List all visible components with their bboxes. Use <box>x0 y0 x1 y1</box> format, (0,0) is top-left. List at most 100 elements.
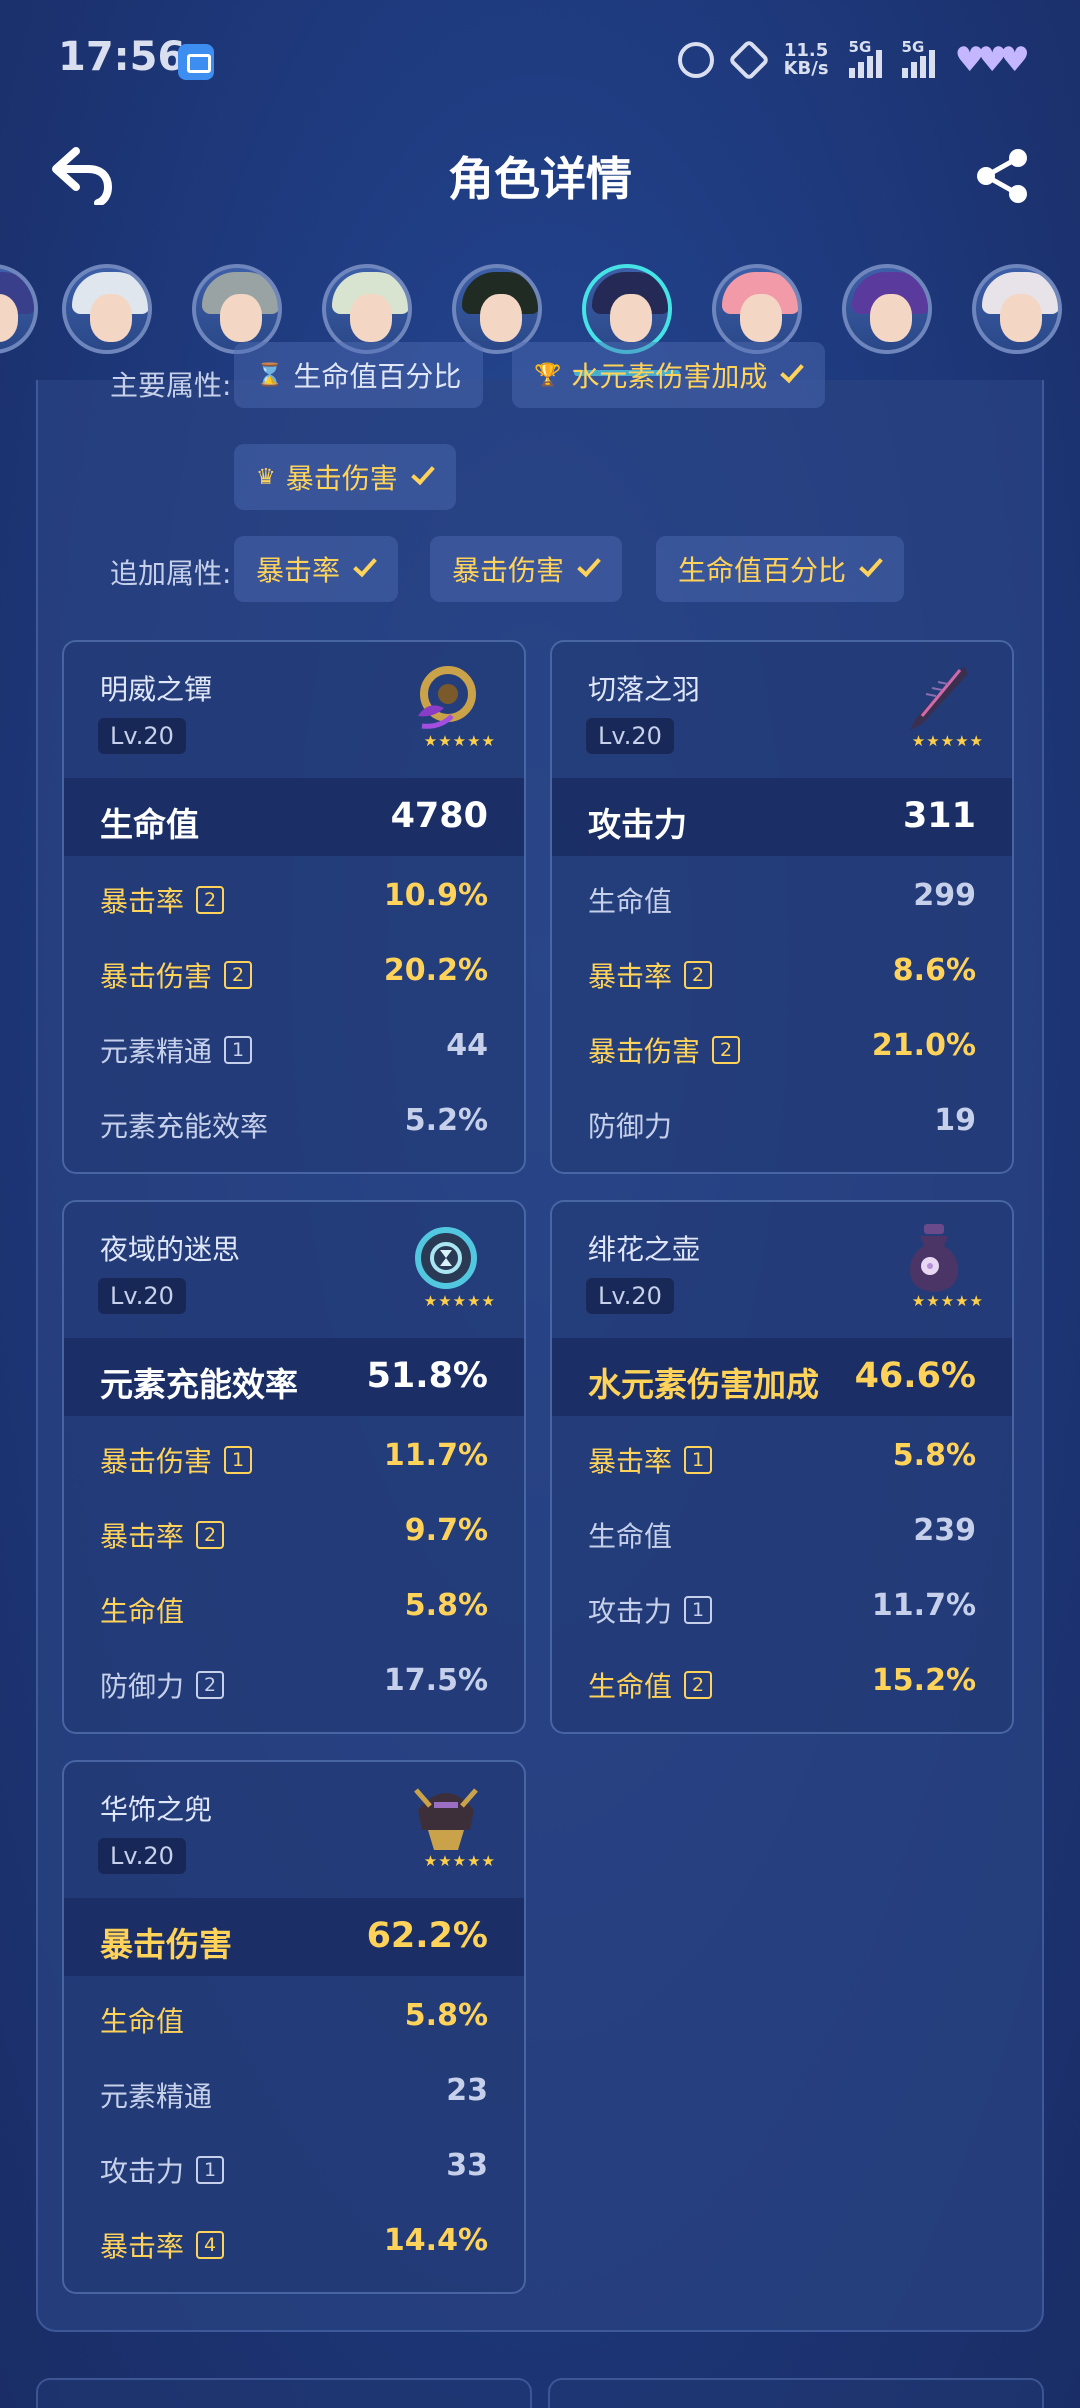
character-avatar[interactable] <box>62 264 152 354</box>
extra-attr-chip-crit-dmg[interactable]: 暴击伤害 <box>430 536 623 602</box>
roll-count-badge: 1 <box>224 1446 253 1474</box>
sub-stat-value: 239 <box>913 1513 976 1548</box>
sub-stat: 防御力 2 17.5% <box>64 1645 524 1719</box>
main-stat-value: 311 <box>902 796 976 836</box>
artifact-name: 切落之羽 <box>588 673 701 706</box>
goblet-icon: 🏆 <box>534 362 562 388</box>
next-section-card <box>36 2378 532 2408</box>
sub-stat-label-wrap: 暴击率 1 <box>588 1440 713 1480</box>
network-speed: 11.5 KB/s <box>784 42 829 78</box>
sub-stat: 生命值 2 15.2% <box>552 1645 1012 1719</box>
roll-count-badge: 2 <box>224 961 253 989</box>
check-icon <box>859 552 883 578</box>
alarm-icon <box>677 42 714 78</box>
next-section-card <box>548 2378 1044 2408</box>
artifact-card[interactable]: 明威之镡 Lv.20 ★★★★★ 生命值 4780 暴击率 2 10.9% 暴击伤害 2 20.2%… <box>62 640 526 1174</box>
page-title: 角色详情 <box>448 152 632 206</box>
sub-stat: 暴击率 2 10.9% <box>64 860 524 934</box>
hourglass-icon: ⌛ <box>256 362 284 388</box>
check-icon <box>577 552 601 578</box>
status-time: 17:56 <box>58 34 186 80</box>
roll-count-badge: 2 <box>712 1036 741 1064</box>
sub-stat-value: 299 <box>913 878 976 913</box>
sub-stat-label-wrap: 元素精通 1 <box>100 1030 253 1070</box>
extra-attr-chip-crit-rate[interactable]: 暴击率 <box>234 536 399 602</box>
sub-stat-label-wrap: 攻击力 1 <box>100 2150 225 2190</box>
sub-stat: 暴击率 4 14.4% <box>64 2205 524 2279</box>
sub-stat: 生命值 5.8% <box>64 1980 524 2054</box>
five-star-rating-icon: ★★★★★ <box>423 1292 496 1310</box>
status-icons: 11.5 KB/s 5G 5G ♥♥♥ <box>677 38 1030 82</box>
sub-stat-value: 14.4% <box>383 2223 488 2258</box>
signal-type-1: 5G <box>848 38 872 56</box>
artifact-card[interactable]: 切落之羽 Lv.20 ★★★★★ 攻击力 311 生命值 299 暴击率 2 8.6% 暴击伤害 2 2… <box>550 640 1014 1174</box>
five-star-rating-icon: ★★★★★ <box>423 732 496 750</box>
sub-stat-value: 19 <box>934 1103 976 1138</box>
sub-stat-value: 5.2% <box>404 1103 488 1138</box>
check-icon <box>353 552 377 578</box>
sub-stat: 生命值 5.8% <box>64 1570 524 1644</box>
sub-stat-label-wrap: 暴击率 4 <box>100 2225 225 2265</box>
sub-stat-label: 生命值 <box>588 1670 673 1703</box>
sub-stat-label: 生命值 <box>100 1595 185 1628</box>
roll-count-badge: 2 <box>196 1521 225 1549</box>
sub-stat: 暴击率 2 9.7% <box>64 1495 524 1569</box>
sub-stat-value: 44 <box>446 1028 488 1063</box>
sub-stat-value: 11.7% <box>871 1588 976 1623</box>
signal-icon-1: 5G <box>848 38 882 78</box>
avatar-face <box>740 294 782 342</box>
main-stat-value: 51.8% <box>366 1356 488 1396</box>
sub-stat-label-wrap: 生命值 2 <box>588 1665 713 1705</box>
sub-stat-label-wrap: 暴击率 2 <box>100 880 225 920</box>
main-stat-value: 46.6% <box>854 1356 976 1396</box>
extra-attr-label: 暴击伤害 <box>452 554 565 587</box>
character-avatar[interactable] <box>192 264 282 354</box>
sub-stat: 攻击力 1 33 <box>64 2130 524 2204</box>
sub-stat-label-wrap: 攻击力 1 <box>588 1590 713 1630</box>
roll-count-badge: 1 <box>224 1036 253 1064</box>
extra-attr-label: 暴击率 <box>256 554 341 587</box>
roll-count-badge: 2 <box>684 1671 713 1699</box>
main-attr-label: 水元素伤害加成 <box>571 360 768 393</box>
character-avatar[interactable] <box>452 264 542 354</box>
artifact-card[interactable]: 夜域的迷思 Lv.20 ★★★★★ 元素充能效率 51.8% 暴击伤害 1 11.7% 暴击率 2… <box>62 1200 526 1734</box>
feather-icon <box>896 660 972 736</box>
character-avatar[interactable] <box>712 264 802 354</box>
sub-stat-value: 17.5% <box>383 1663 488 1698</box>
sub-stat-label: 暴击率 <box>100 885 185 918</box>
sub-stat-label: 元素精通 <box>100 1035 213 1068</box>
app-notification-icon <box>178 44 214 80</box>
sub-stat-label: 元素充能效率 <box>100 1110 269 1143</box>
goblet-icon <box>896 1220 972 1296</box>
artifact-level: Lv.20 <box>586 718 674 754</box>
main-attr-chip-hp-percent[interactable]: ⌛ 生命值百分比 <box>234 342 484 408</box>
character-avatar[interactable] <box>0 264 38 354</box>
artifact-card[interactable]: 华饰之兜 Lv.20 ★★★★★ 暴击伤害 62.2% 生命值 5.8% 元素精通 23 攻击力 1… <box>62 1760 526 2294</box>
sub-stat-value: 5.8% <box>404 1588 488 1623</box>
five-star-rating-icon: ★★★★★ <box>423 1852 496 1870</box>
character-avatar[interactable] <box>842 264 932 354</box>
roll-count-badge: 1 <box>196 2156 225 2184</box>
network-speed-unit: KB/s <box>783 58 829 79</box>
share-icon[interactable] <box>974 148 1030 204</box>
main-attr-chip-hydro-dmg[interactable]: 🏆 水元素伤害加成 <box>512 342 826 408</box>
main-attr-chip-crit-dmg[interactable]: ♛ 暴击伤害 <box>234 444 456 510</box>
character-avatar[interactable] <box>582 264 672 354</box>
sub-stat-label: 攻击力 <box>100 2155 185 2188</box>
signal-icon-2: 5G <box>901 38 935 78</box>
sub-stat-label-wrap: 元素充能效率 <box>100 1105 268 1145</box>
artifact-card[interactable]: 绯花之壶 Lv.20 ★★★★★ 水元素伤害加成 46.6% 暴击率 1 5.8% 生命值 239… <box>550 1200 1014 1734</box>
roll-count-badge: 2 <box>684 961 713 989</box>
sub-stat-label-wrap: 暴击伤害 1 <box>100 1440 253 1480</box>
sub-stat-value: 10.9% <box>383 878 488 913</box>
roll-count-badge: 2 <box>196 886 225 914</box>
sub-stat-value: 21.0% <box>871 1028 976 1063</box>
character-avatar[interactable] <box>972 264 1062 354</box>
extra-attr-chip-hp-percent[interactable]: 生命值百分比 <box>656 536 905 602</box>
character-avatar[interactable] <box>322 264 412 354</box>
sub-stat-label-wrap: 防御力 <box>588 1105 672 1145</box>
tsuba-icon <box>408 660 484 736</box>
avatar-face <box>90 294 132 342</box>
artifact-name: 明威之镡 <box>100 673 213 706</box>
avatar-face <box>870 294 912 342</box>
